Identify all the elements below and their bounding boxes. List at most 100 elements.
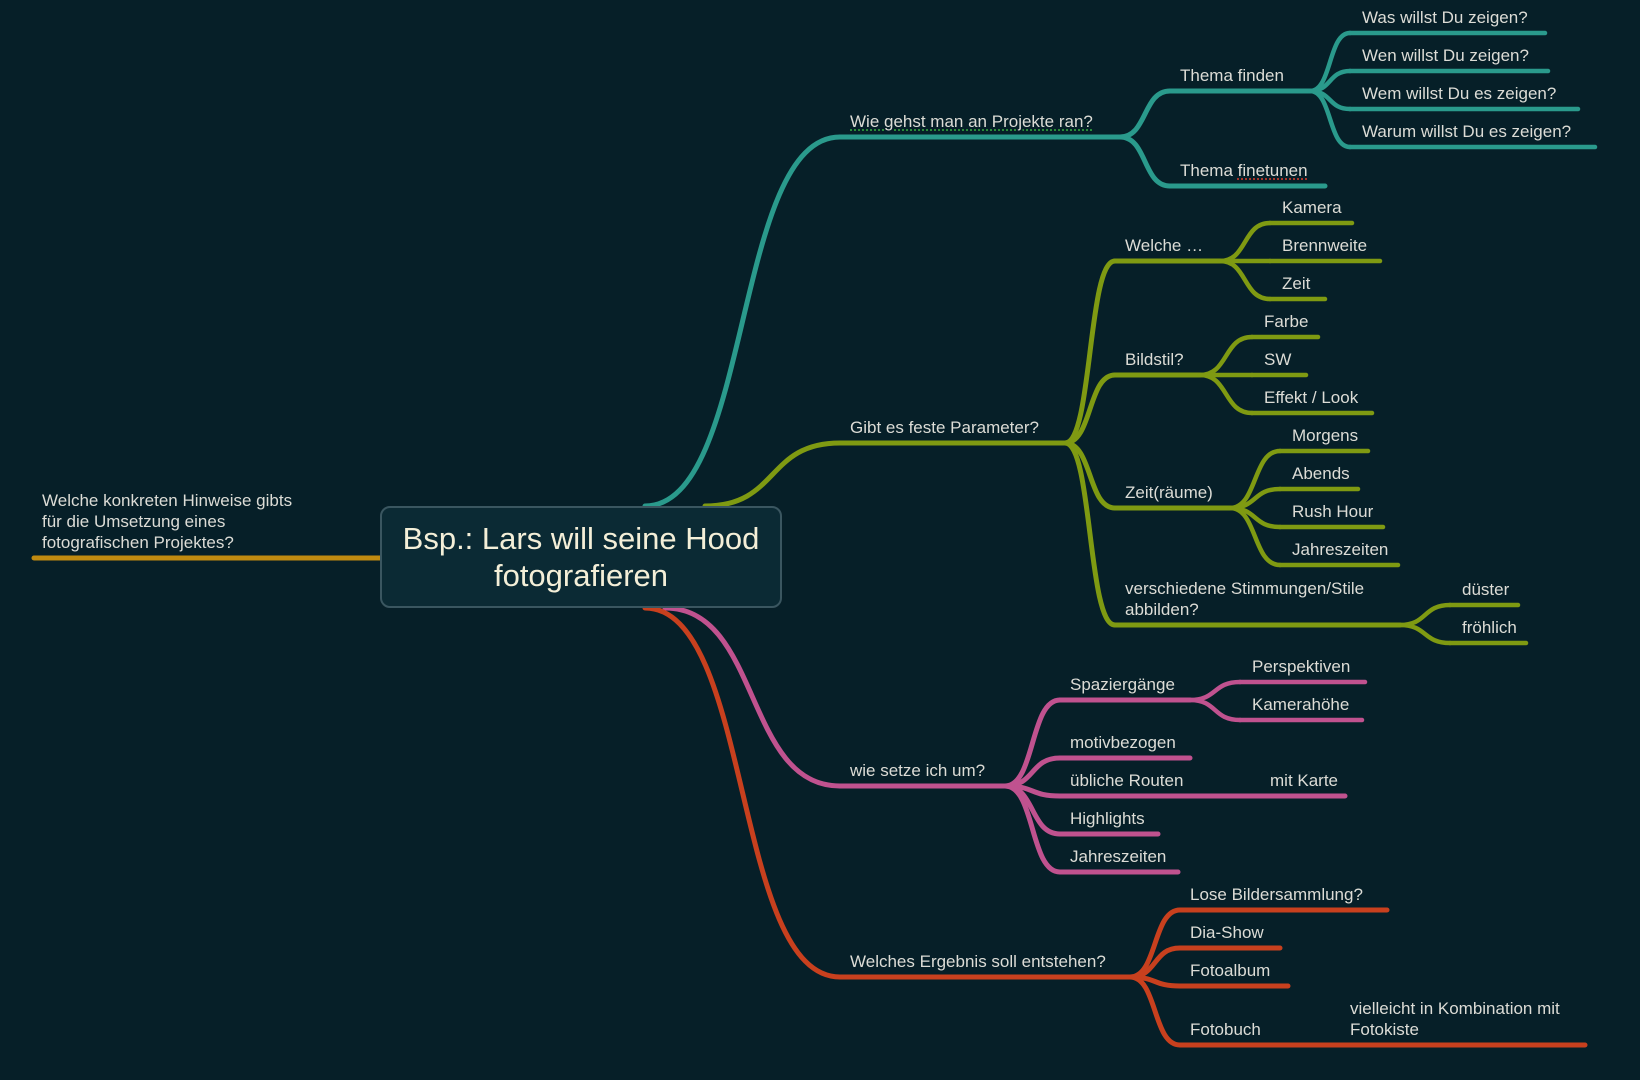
- leaf-topic-text: Wen willst Du zeigen?: [1362, 46, 1529, 65]
- leaf-topic-text: fröhlich: [1462, 618, 1517, 637]
- subtopic[interactable]: Spaziergänge: [1070, 674, 1175, 695]
- branch-topic-text: Wie gehst man an Projekte ran?: [850, 112, 1093, 131]
- branch-topic[interactable]: Welches Ergebnis soll entstehen?: [850, 951, 1106, 972]
- subtopic[interactable]: Welche …: [1125, 235, 1203, 256]
- subtopic[interactable]: übliche Routen: [1070, 770, 1183, 791]
- subtopic-text: Zeit(räume): [1125, 483, 1213, 502]
- leaf-topic-text: Morgens: [1292, 426, 1359, 445]
- leaf-connector: [1397, 622, 1453, 646]
- branch-topic-text: Gibt es feste Parameter?: [850, 418, 1039, 437]
- leaf-topic-text: Warum willst Du es zeigen?: [1362, 122, 1572, 141]
- leaf-topic[interactable]: Kamera: [1282, 197, 1342, 218]
- subtopic[interactable]: Fotobuch: [1190, 1019, 1261, 1040]
- leaf-topic[interactable]: mit Karte: [1270, 770, 1338, 791]
- leaf-topic-text: Kamera: [1282, 198, 1342, 217]
- leaf-topic[interactable]: Brennweite: [1282, 235, 1367, 256]
- subtopic-connector: [1127, 907, 1183, 980]
- subtopic-text: Fotoalbum: [1190, 961, 1271, 980]
- subtopic-text: übliche Routen: [1070, 771, 1184, 790]
- leaf-topic-text: Zeit: [1282, 274, 1311, 293]
- leaf-connector: [1187, 679, 1243, 703]
- leaf-topic-text: Wem willst Du es zeigen?: [1362, 84, 1557, 103]
- leaf-topic[interactable]: fröhlich: [1462, 617, 1517, 638]
- subtopic[interactable]: Thema finetunen: [1180, 160, 1308, 181]
- leaf-topic-text: Rush Hour: [1292, 502, 1374, 521]
- leaf-topic-text: mit Karte: [1270, 771, 1339, 790]
- main-branch-connector: [642, 605, 843, 980]
- subtopic[interactable]: Dia-Show: [1190, 922, 1264, 943]
- leaf-connector: [1227, 486, 1283, 511]
- leaf-topic[interactable]: Kamerahöhe: [1252, 694, 1349, 715]
- branch-topic[interactable]: wie setze ich um?: [850, 760, 985, 781]
- leaf-topic[interactable]: vielleicht in Kombination mit Fotokiste: [1350, 998, 1560, 1040]
- leaf-topic[interactable]: Jahreszeiten: [1292, 539, 1388, 560]
- spellcheck-word[interactable]: finetunen: [1238, 161, 1308, 180]
- subtopic-text: Dia-Show: [1190, 923, 1264, 942]
- leaf-topic[interactable]: SW: [1264, 349, 1291, 370]
- leaf-topic[interactable]: Abends: [1292, 463, 1350, 484]
- leaf-topic-text: Abends: [1292, 464, 1350, 483]
- subtopic-text: Thema finden: [1180, 66, 1284, 85]
- leaf-topic-text: Was willst Du zeigen?: [1362, 8, 1528, 27]
- subtopic[interactable]: Bildstil?: [1125, 349, 1184, 370]
- leaf-topic[interactable]: Morgens: [1292, 425, 1358, 446]
- leaf-connector: [1217, 258, 1273, 302]
- subtopic-line: verschiedene Stimmungen/Stile: [1125, 579, 1365, 598]
- subtopic-connector: [1002, 783, 1063, 875]
- leaf-connector: [1197, 372, 1255, 416]
- leaf-topic[interactable]: Perspektiven: [1252, 656, 1350, 677]
- leaf-topic[interactable]: Zeit: [1282, 273, 1310, 294]
- left-topic-line: Welche konkreten Hinweise gibts: [42, 491, 293, 510]
- leaf-connector: [1197, 334, 1255, 378]
- leaf-topic-line: vielleicht in Kombination mit: [1350, 999, 1560, 1018]
- leaf-topic-text: Farbe: [1264, 312, 1309, 331]
- subtopic-line: abbilden?: [1125, 600, 1199, 619]
- subtopic-text: Jahreszeiten: [1070, 847, 1167, 866]
- main-branch-connector: [642, 134, 843, 509]
- subtopic[interactable]: Zeit(räume): [1125, 482, 1213, 503]
- branch-topic[interactable]: Gibt es feste Parameter?: [850, 417, 1039, 438]
- leaf-topic[interactable]: Was willst Du zeigen?: [1362, 7, 1528, 28]
- left-topic[interactable]: Welche konkreten Hinweise gibts für die U…: [42, 490, 292, 553]
- leaf-connector: [1217, 220, 1273, 264]
- mindmap-canvas[interactable]: Welche konkreten Hinweise gibts für die U…: [0, 0, 1640, 1080]
- subtopic[interactable]: motivbezogen: [1070, 732, 1176, 753]
- left-topic-line: für die Umsetzung eines: [42, 512, 226, 531]
- subtopic-text: Bildstil?: [1125, 350, 1184, 369]
- branch-topic-text: Welches Ergebnis soll entstehen?: [850, 952, 1106, 971]
- subtopic[interactable]: Lose Bildersammlung?: [1190, 884, 1363, 905]
- leaf-connector: [1187, 697, 1243, 723]
- leaf-topic[interactable]: Warum willst Du es zeigen?: [1362, 121, 1571, 142]
- leaf-topic-text: Jahreszeiten: [1292, 540, 1389, 559]
- leaf-topic-line: Fotokiste: [1350, 1020, 1419, 1039]
- central-topic-title: Bsp.: Lars will seine Hood fotografieren: [402, 521, 760, 593]
- subtopic-text: motivbezogen: [1070, 733, 1176, 752]
- subtopic[interactable]: Thema finden: [1180, 65, 1284, 86]
- leaf-topic-text: Effekt / Look: [1264, 388, 1359, 407]
- leaf-topic[interactable]: Farbe: [1264, 311, 1308, 332]
- leaf-topic-text: SW: [1264, 350, 1292, 369]
- subtopic-text: Lose Bildersammlung?: [1190, 885, 1363, 904]
- leaf-topic-text: Perspektiven: [1252, 657, 1351, 676]
- leaf-topic[interactable]: Effekt / Look: [1264, 387, 1358, 408]
- subtopic[interactable]: Jahreszeiten: [1070, 846, 1166, 867]
- subtopic[interactable]: Fotoalbum: [1190, 960, 1270, 981]
- leaf-topic-text: Kamerahöhe: [1252, 695, 1350, 714]
- subtopic-text: Welche …: [1125, 236, 1204, 255]
- leaf-topic-text: Brennweite: [1282, 236, 1368, 255]
- subtopic-connector: [1117, 88, 1173, 140]
- leaf-topic[interactable]: Wen willst Du zeigen?: [1362, 45, 1529, 66]
- leaf-topic-text: düster: [1462, 580, 1510, 599]
- branch-topic-text: wie setze ich um?: [850, 761, 986, 780]
- leaf-topic[interactable]: düster: [1462, 579, 1509, 600]
- subtopic-connector: [1117, 134, 1173, 189]
- leaf-topic[interactable]: Rush Hour: [1292, 501, 1373, 522]
- leaf-topic[interactable]: Wem willst Du es zeigen?: [1362, 83, 1556, 104]
- subtopic[interactable]: Highlights: [1070, 808, 1145, 829]
- subtopic[interactable]: verschiedene Stimmungen/Stile abbilden?: [1125, 578, 1364, 620]
- leaf-connector: [1397, 602, 1453, 628]
- central-topic[interactable]: Bsp.: Lars will seine Hood fotografieren: [380, 506, 782, 608]
- main-branch-connector: [702, 440, 843, 509]
- branch-topic[interactable]: Wie gehst man an Projekte ran?: [850, 111, 1093, 132]
- left-topic-line: fotografischen Projektes?: [42, 533, 234, 552]
